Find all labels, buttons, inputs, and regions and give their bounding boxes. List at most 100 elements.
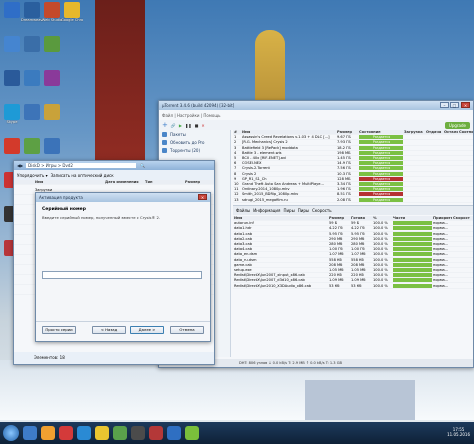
column-header[interactable]: Имя [233,216,328,220]
close-button[interactable]: × [461,102,470,108]
table-cell: 100.0 % [373,226,388,231]
desktop-icon[interactable]: Google Chrome [61,2,83,28]
column-header[interactable]: Отдача [425,130,443,134]
desktop-icon[interactable] [42,70,62,96]
upgrade-button[interactable]: Upgrade [444,121,470,129]
column-header[interactable]: Тип [144,180,184,184]
column-header[interactable]: Соотношение [458,130,473,134]
dialog-title: Активация продукта [39,195,83,200]
add-torrent-icon[interactable]: + [162,121,168,129]
status-bar: Раздается [359,187,403,192]
column-header[interactable]: Имя [241,130,336,134]
taskbar-clock[interactable]: 17:55 11.05.2016 [447,427,470,437]
sidebar-item[interactable]: Обновить до Pro [159,138,230,146]
column-header[interactable]: Состояние [358,130,403,134]
taskbar-app-icon[interactable] [77,426,91,440]
taskbar-app-icon[interactable] [185,426,199,440]
status-cell: Раздается [358,156,403,161]
status-bar: Раздается [359,156,403,161]
sidebar-item[interactable]: Пакеты [159,130,230,138]
explorer-toolbar-button[interactable]: Упорядочить ▾ [17,173,48,178]
explorer-titlebar[interactable]: ◀▶ DiskD > Игры > Dvd2 🔍 [14,161,214,170]
column-header[interactable]: Имя [34,180,104,184]
desktop-icon[interactable] [2,2,22,28]
column-header[interactable]: Размер [336,130,358,134]
torrents-icon [162,147,167,153]
table-row[interactable]: 13 sdrugi_2015_megafilm.ru 2.08 ГБ Раздаетс… [233,197,473,203]
detail-tab[interactable]: Скорость [312,208,332,213]
search-icon[interactable]: 🔍 [140,163,145,168]
column-header[interactable]: Приоритет [432,216,452,220]
taskbar-app-icon[interactable] [149,426,163,440]
taskbar-app-icon[interactable] [113,426,127,440]
desktop-icon[interactable] [42,104,62,130]
status-cell: Раздается [358,187,403,192]
column-header[interactable]: Готово [350,216,372,220]
desktop-icon[interactable] [22,70,42,96]
app-icon [4,138,20,154]
table-cell: game.cab [234,262,252,267]
start-icon[interactable]: ▶ [179,123,182,128]
desktop-icon[interactable] [42,36,62,62]
utorrent-titlebar[interactable]: µTorrent 3.4.6 (build 42094) [32-bit] – … [159,101,473,110]
desktop-icon[interactable] [22,104,42,130]
table-cell: 4.22 Гб [351,226,365,231]
next-button[interactable]: Далее > [130,326,164,334]
column-header[interactable]: Осталось [443,130,458,134]
pieces-cell [392,252,432,257]
taskbar-app-icon[interactable] [23,426,37,440]
taskbar-app-icon[interactable] [95,426,109,440]
column-header[interactable]: Скорость [452,216,470,220]
column-header[interactable]: % [372,216,392,220]
column-header[interactable]: Размер [184,180,214,184]
taskbar-app-icon[interactable] [131,426,145,440]
column-header[interactable]: Части [392,216,432,220]
serial-number-input[interactable] [42,271,202,279]
desktop-icon[interactable]: Web Studio [42,2,62,28]
table-cell: 1.05 Мб [351,267,366,272]
priority-cell: норма... [433,273,449,278]
desktop-icon[interactable] [2,36,22,62]
desktop-icon[interactable] [22,36,42,62]
explorer-toolbar-button[interactable]: Записать на оптический диск [51,173,114,178]
table-cell: 10.3 ГБ [337,171,351,176]
taskbar-app-icon[interactable] [41,426,55,440]
desktop-icon[interactable] [2,70,22,96]
detail-tab[interactable]: Информация [253,208,280,213]
dialog-close-button[interactable]: × [198,194,207,200]
file-row[interactable]: Redist\DirectX\Jun2010_X3DAudio_x86.cab 5… [233,283,473,289]
utorrent-menu[interactable]: Файл | Настройки | Помощь [159,110,473,120]
column-header[interactable]: # [233,130,241,134]
taskbar-app-icon[interactable] [59,426,73,440]
taskbar-app-icon[interactable] [167,426,181,440]
link-icon[interactable]: 🔗 [171,123,176,128]
back-button[interactable]: < Назад [92,326,126,334]
desktop-icon[interactable]: Dreamweav... [21,2,43,28]
table-cell: Battle 3 - element.wis [242,150,282,155]
column-header[interactable]: Дата изменения [104,180,144,184]
stop-icon[interactable]: ■ [195,123,199,128]
detail-tab[interactable]: Пиры [298,208,309,213]
address-bar[interactable]: DiskD > Игры > Dvd2 [26,163,137,168]
app-icon [4,104,20,120]
detail-tab[interactable]: Пиры [283,208,294,213]
cancel-button[interactable]: Отмена [170,326,204,334]
table-cell: 558 Кб [351,257,364,262]
detail-tab[interactable]: Файлы [236,208,250,213]
dialog-titlebar[interactable]: Активация продукта × [36,193,210,202]
pause-icon[interactable]: ❚❚ [185,123,192,128]
back-icon[interactable]: ◀▶ [17,163,23,168]
desktop-icon-label: Web Studio [41,18,63,22]
start-button[interactable] [3,425,19,441]
column-header[interactable]: Размер [328,216,350,220]
table-cell: 18.2 ГБ [337,145,351,150]
column-header[interactable]: Загрузка [403,130,425,134]
remove-icon[interactable]: ✕ [201,123,204,128]
maximize-button[interactable]: □ [450,102,459,108]
sidebar-item[interactable]: Торренты (20) [159,146,230,154]
menu-bar[interactable]: Файл | Настройки | Помощь [162,113,220,118]
desktop-icon[interactable]: Skype [2,104,22,130]
simple-serial-button[interactable]: Просто серии [42,326,76,334]
status-cell: Раздается [358,150,403,155]
minimize-button[interactable]: – [440,102,449,108]
